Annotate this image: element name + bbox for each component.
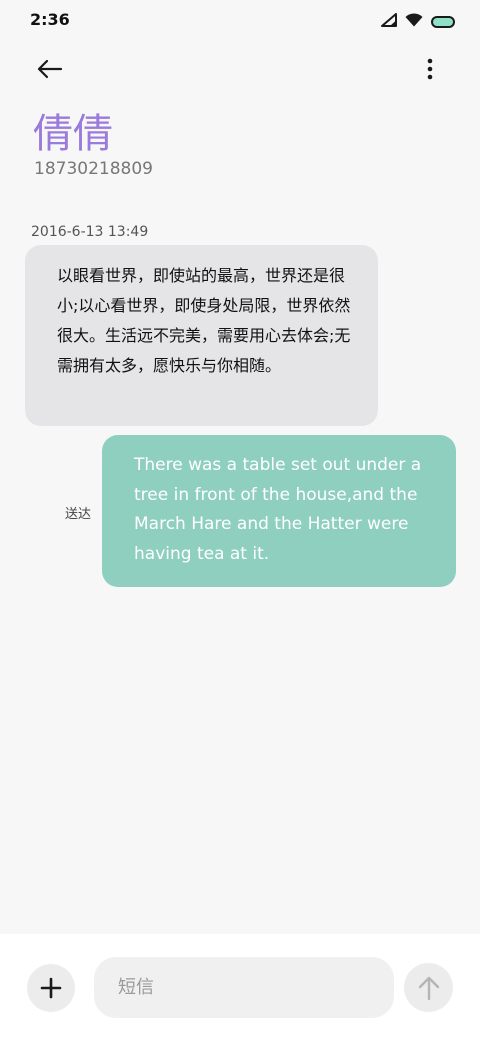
status-bar: 2:36 <box>0 0 480 40</box>
incoming-message-text: 以眼看世界，即使站的最高，世界还是很小;以心看世界，即使身处局限，世界依然很大。… <box>57 266 351 375</box>
cellular-signal-icon <box>381 12 397 31</box>
incoming-message-bubble[interactable]: 以眼看世界，即使站的最高，世界还是很小;以心看世界，即使身处局限，世界依然很大。… <box>25 245 378 426</box>
back-button[interactable] <box>28 52 72 86</box>
outgoing-message-bubble[interactable]: There was a table set out under a tree i… <box>102 435 456 587</box>
plus-icon <box>40 977 62 999</box>
delivery-status: 送达 <box>65 507 92 522</box>
contact-name: 倩倩 <box>33 111 113 157</box>
sms-conversation-screen: 2:36 倩倩 18730218809 2016-6-13 13:49 以眼看世… <box>0 0 480 1040</box>
message-input[interactable] <box>94 957 394 1018</box>
send-button[interactable] <box>404 963 453 1012</box>
battery-icon <box>431 15 455 28</box>
outgoing-message-text: There was a table set out under a tree i… <box>134 455 422 564</box>
arrow-left-icon <box>37 59 63 79</box>
status-time: 2:36 <box>30 10 70 29</box>
contact-number[interactable]: 18730218809 <box>34 159 153 179</box>
more-options-button[interactable] <box>418 52 442 86</box>
more-vertical-icon <box>427 58 433 80</box>
message-timestamp: 2016-6-13 13:49 <box>31 224 149 240</box>
arrow-up-icon <box>418 976 439 1000</box>
composer-bar <box>0 934 480 1040</box>
add-attachment-button[interactable] <box>27 964 75 1012</box>
wifi-icon <box>405 12 423 31</box>
status-icons <box>381 12 455 31</box>
